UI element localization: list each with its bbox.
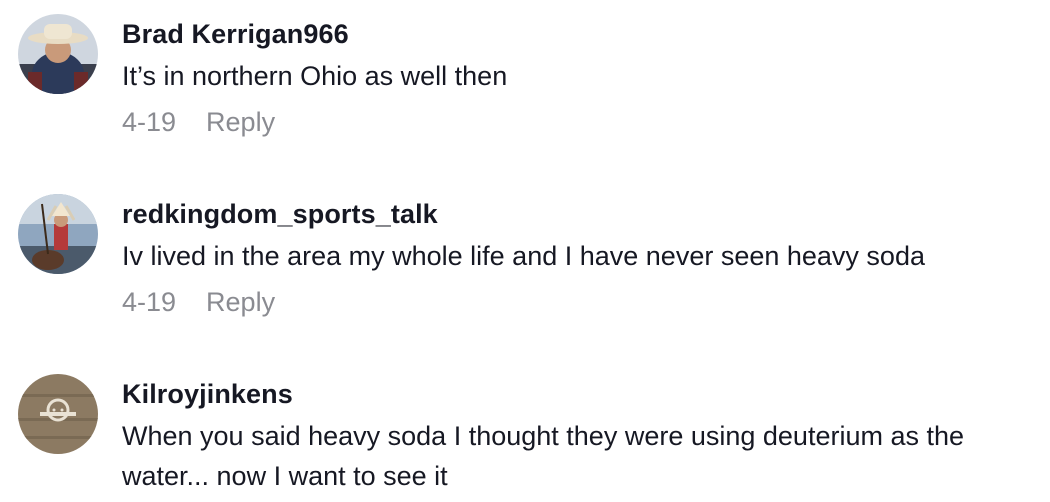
comment-username[interactable]: redkingdom_sports_talk: [122, 198, 438, 230]
reply-button[interactable]: Reply: [206, 287, 275, 317]
comment-item: Kilroyjinkens When you said heavy soda I…: [0, 360, 1050, 502]
comment-date: 4-19: [122, 107, 177, 137]
comment-date: 4-19: [122, 287, 177, 317]
comment-meta: 4-19 Reply: [122, 106, 275, 138]
avatar[interactable]: [18, 374, 98, 454]
comment-username[interactable]: Brad Kerrigan966: [122, 18, 349, 50]
comment-item: redkingdom_sports_talk Iv lived in the a…: [0, 180, 1050, 340]
reply-button[interactable]: Reply: [206, 107, 275, 137]
comment-meta: 4-19 Reply: [122, 286, 275, 318]
comment-text: Iv lived in the area my whole life and I…: [122, 241, 925, 271]
comment-username[interactable]: Kilroyjinkens: [122, 378, 293, 410]
comment-text: When you said heavy soda I thought they …: [122, 421, 965, 491]
avatar[interactable]: [18, 194, 98, 274]
comment-text: It’s in northern Ohio as well then: [122, 61, 508, 91]
comment-item: Brad Kerrigan966 It’s in northern Ohio a…: [0, 0, 1050, 160]
avatar[interactable]: [18, 14, 98, 94]
